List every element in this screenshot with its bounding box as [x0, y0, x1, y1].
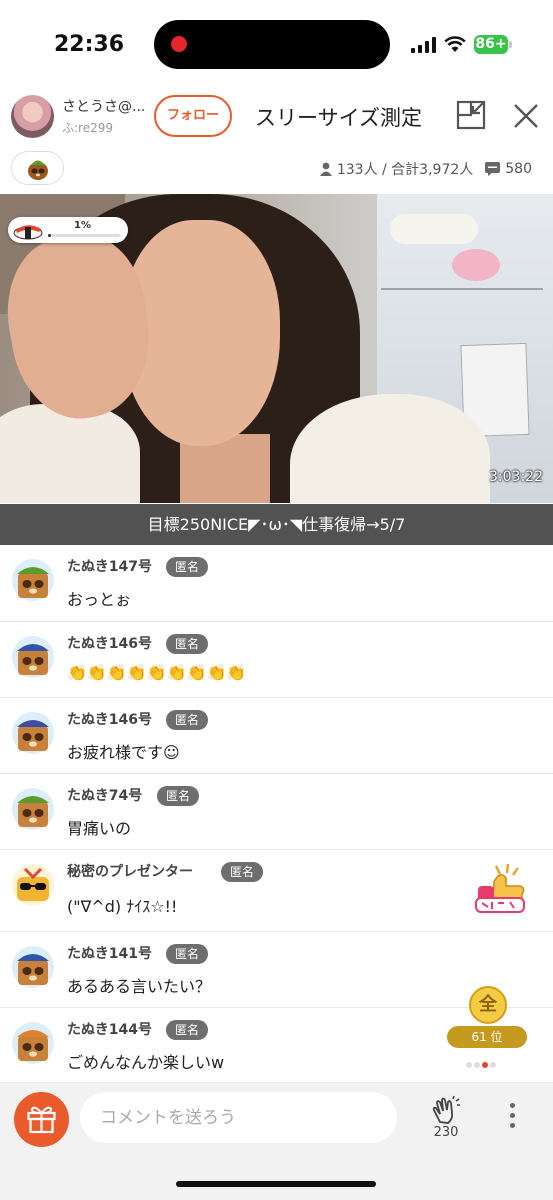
comment-count-icon [485, 162, 501, 176]
comment-row[interactable]: たぬき146号 匿名 👏👏👏👏👏👏👏👏👏 [0, 622, 553, 698]
comment-text: ごめんなんか楽しいw [67, 1053, 225, 1072]
anonymous-badge: 匿名 [166, 1020, 209, 1040]
goal-progress-track [48, 234, 120, 237]
video-fridge-door-line [381, 288, 543, 290]
tanuki-badge-icon [28, 160, 48, 180]
comment-author: たぬき146号 [67, 712, 152, 728]
presenter-avatar-icon[interactable] [11, 863, 55, 907]
live-header: さとうさ@... ふ:re299 フォロー スリーサイズ測定 [0, 88, 553, 144]
anonymous-badge: 匿名 [166, 634, 209, 654]
comment-author: 秘密のプレゼンター [67, 864, 193, 880]
battery-indicator: 86+ [474, 35, 508, 54]
tanuki-avatar-icon[interactable] [11, 945, 55, 989]
goal-progress-label: 1% [74, 220, 91, 231]
comment-row[interactable]: たぬき147号 匿名おっとぉ [0, 545, 553, 622]
ticker-banner: 目標250NICE◤･ω･◥仕事復帰→5/7 [0, 504, 553, 545]
tanuki-avatar-icon[interactable] [11, 787, 55, 831]
anonymous-badge: 匿名 [166, 710, 209, 730]
clap-count: 230 [433, 1125, 459, 1140]
gift-button[interactable] [14, 1092, 69, 1147]
more-dot-icon [509, 1123, 515, 1128]
comment-row[interactable]: 秘密のプレゼンター 匿名 ("∇^d) ﾅｲｽ☆!! [0, 850, 553, 932]
viewer-person-icon [319, 162, 332, 176]
comment-row[interactable]: たぬき146号 匿名お疲れ様です☺ [0, 698, 553, 774]
broadcaster-avatar[interactable] [11, 95, 54, 138]
comment-text: あるある言いたい？ [67, 977, 212, 996]
comment-author: たぬき141号 [67, 946, 152, 962]
goal-progress-pill[interactable]: 1% [8, 217, 128, 243]
tanuki-avatar-icon[interactable] [11, 635, 55, 679]
close-icon[interactable] [512, 102, 540, 130]
elapsed-time: 3:03:22 [489, 469, 543, 485]
wifi-icon [444, 36, 466, 52]
broadcaster-id: ふ:re299 [62, 121, 114, 135]
comment-author: たぬき147号 [67, 559, 152, 575]
tanuki-avatar-icon[interactable] [11, 558, 55, 602]
more-dot-icon [509, 1103, 515, 1108]
clap-hands-icon [432, 1095, 460, 1124]
supporter-badge-button[interactable] [11, 151, 64, 185]
anonymous-badge: 匿名 [157, 786, 200, 806]
minimize-icon[interactable] [456, 100, 486, 130]
comment-text: お疲れ様です☺ [67, 743, 180, 762]
more-dot-icon [509, 1113, 515, 1118]
ranking-coin-icon[interactable]: 全 [469, 986, 507, 1024]
recording-indicator-icon [171, 36, 187, 52]
cellular-signal-icon [411, 37, 436, 53]
comment-text: 胃痛いの [67, 819, 132, 838]
anonymous-badge: 匿名 [166, 944, 209, 964]
comment-text: 👏👏👏👏👏👏👏👏👏 [67, 663, 247, 682]
viewer-count: 133人 / 合計3,972人 [336, 162, 474, 178]
ranking-label[interactable]: 61 位 [447, 1026, 527, 1048]
gift-icon [27, 1106, 56, 1134]
goal-progress-fill [48, 234, 51, 237]
video-sweater-left [0, 404, 140, 503]
broadcaster-name[interactable]: さとうさ@... [62, 96, 150, 116]
comment-count: 580 [505, 161, 532, 177]
comment-text: ("∇^d) ﾅｲｽ☆!! [67, 897, 178, 916]
anonymous-badge: 匿名 [221, 862, 264, 882]
status-time: 22:36 [54, 32, 125, 57]
page-dot [466, 1062, 472, 1068]
comment-input[interactable] [80, 1092, 397, 1143]
comment-text: おっとぉ [67, 590, 132, 609]
comment-author: たぬき146号 [67, 636, 152, 652]
tanuki-avatar-icon[interactable] [11, 711, 55, 755]
home-indicator [176, 1181, 376, 1187]
viewer-stats: 133人 / 合計3,972人 580 [319, 159, 532, 179]
comment-row[interactable]: たぬき74号 匿名胃痛いの [0, 774, 553, 850]
status-bar: 22:36 86+ [0, 0, 553, 88]
page-dot [474, 1062, 480, 1068]
page-dot-active [482, 1062, 488, 1068]
dynamic-island [154, 20, 390, 69]
anonymous-badge: 匿名 [166, 557, 209, 577]
tanuki-avatar-icon[interactable] [11, 1021, 55, 1065]
sushi-icon [13, 225, 43, 240]
clap-button[interactable]: 230 [426, 1095, 466, 1143]
comment-author: たぬき144号 [67, 1022, 152, 1038]
live-title: スリーサイズ測定 [255, 106, 422, 130]
ranking-page-dots [466, 1053, 508, 1068]
iine-thumbs-up-icon[interactable] [472, 862, 530, 920]
video-paper-roll [390, 214, 478, 244]
video-pink-cloth [452, 249, 500, 281]
comment-author: たぬき74号 [67, 788, 143, 804]
battery-tip [509, 41, 512, 48]
page-dot [490, 1062, 496, 1068]
follow-button[interactable]: フォロー [154, 95, 232, 137]
more-options-button[interactable] [502, 1103, 522, 1133]
